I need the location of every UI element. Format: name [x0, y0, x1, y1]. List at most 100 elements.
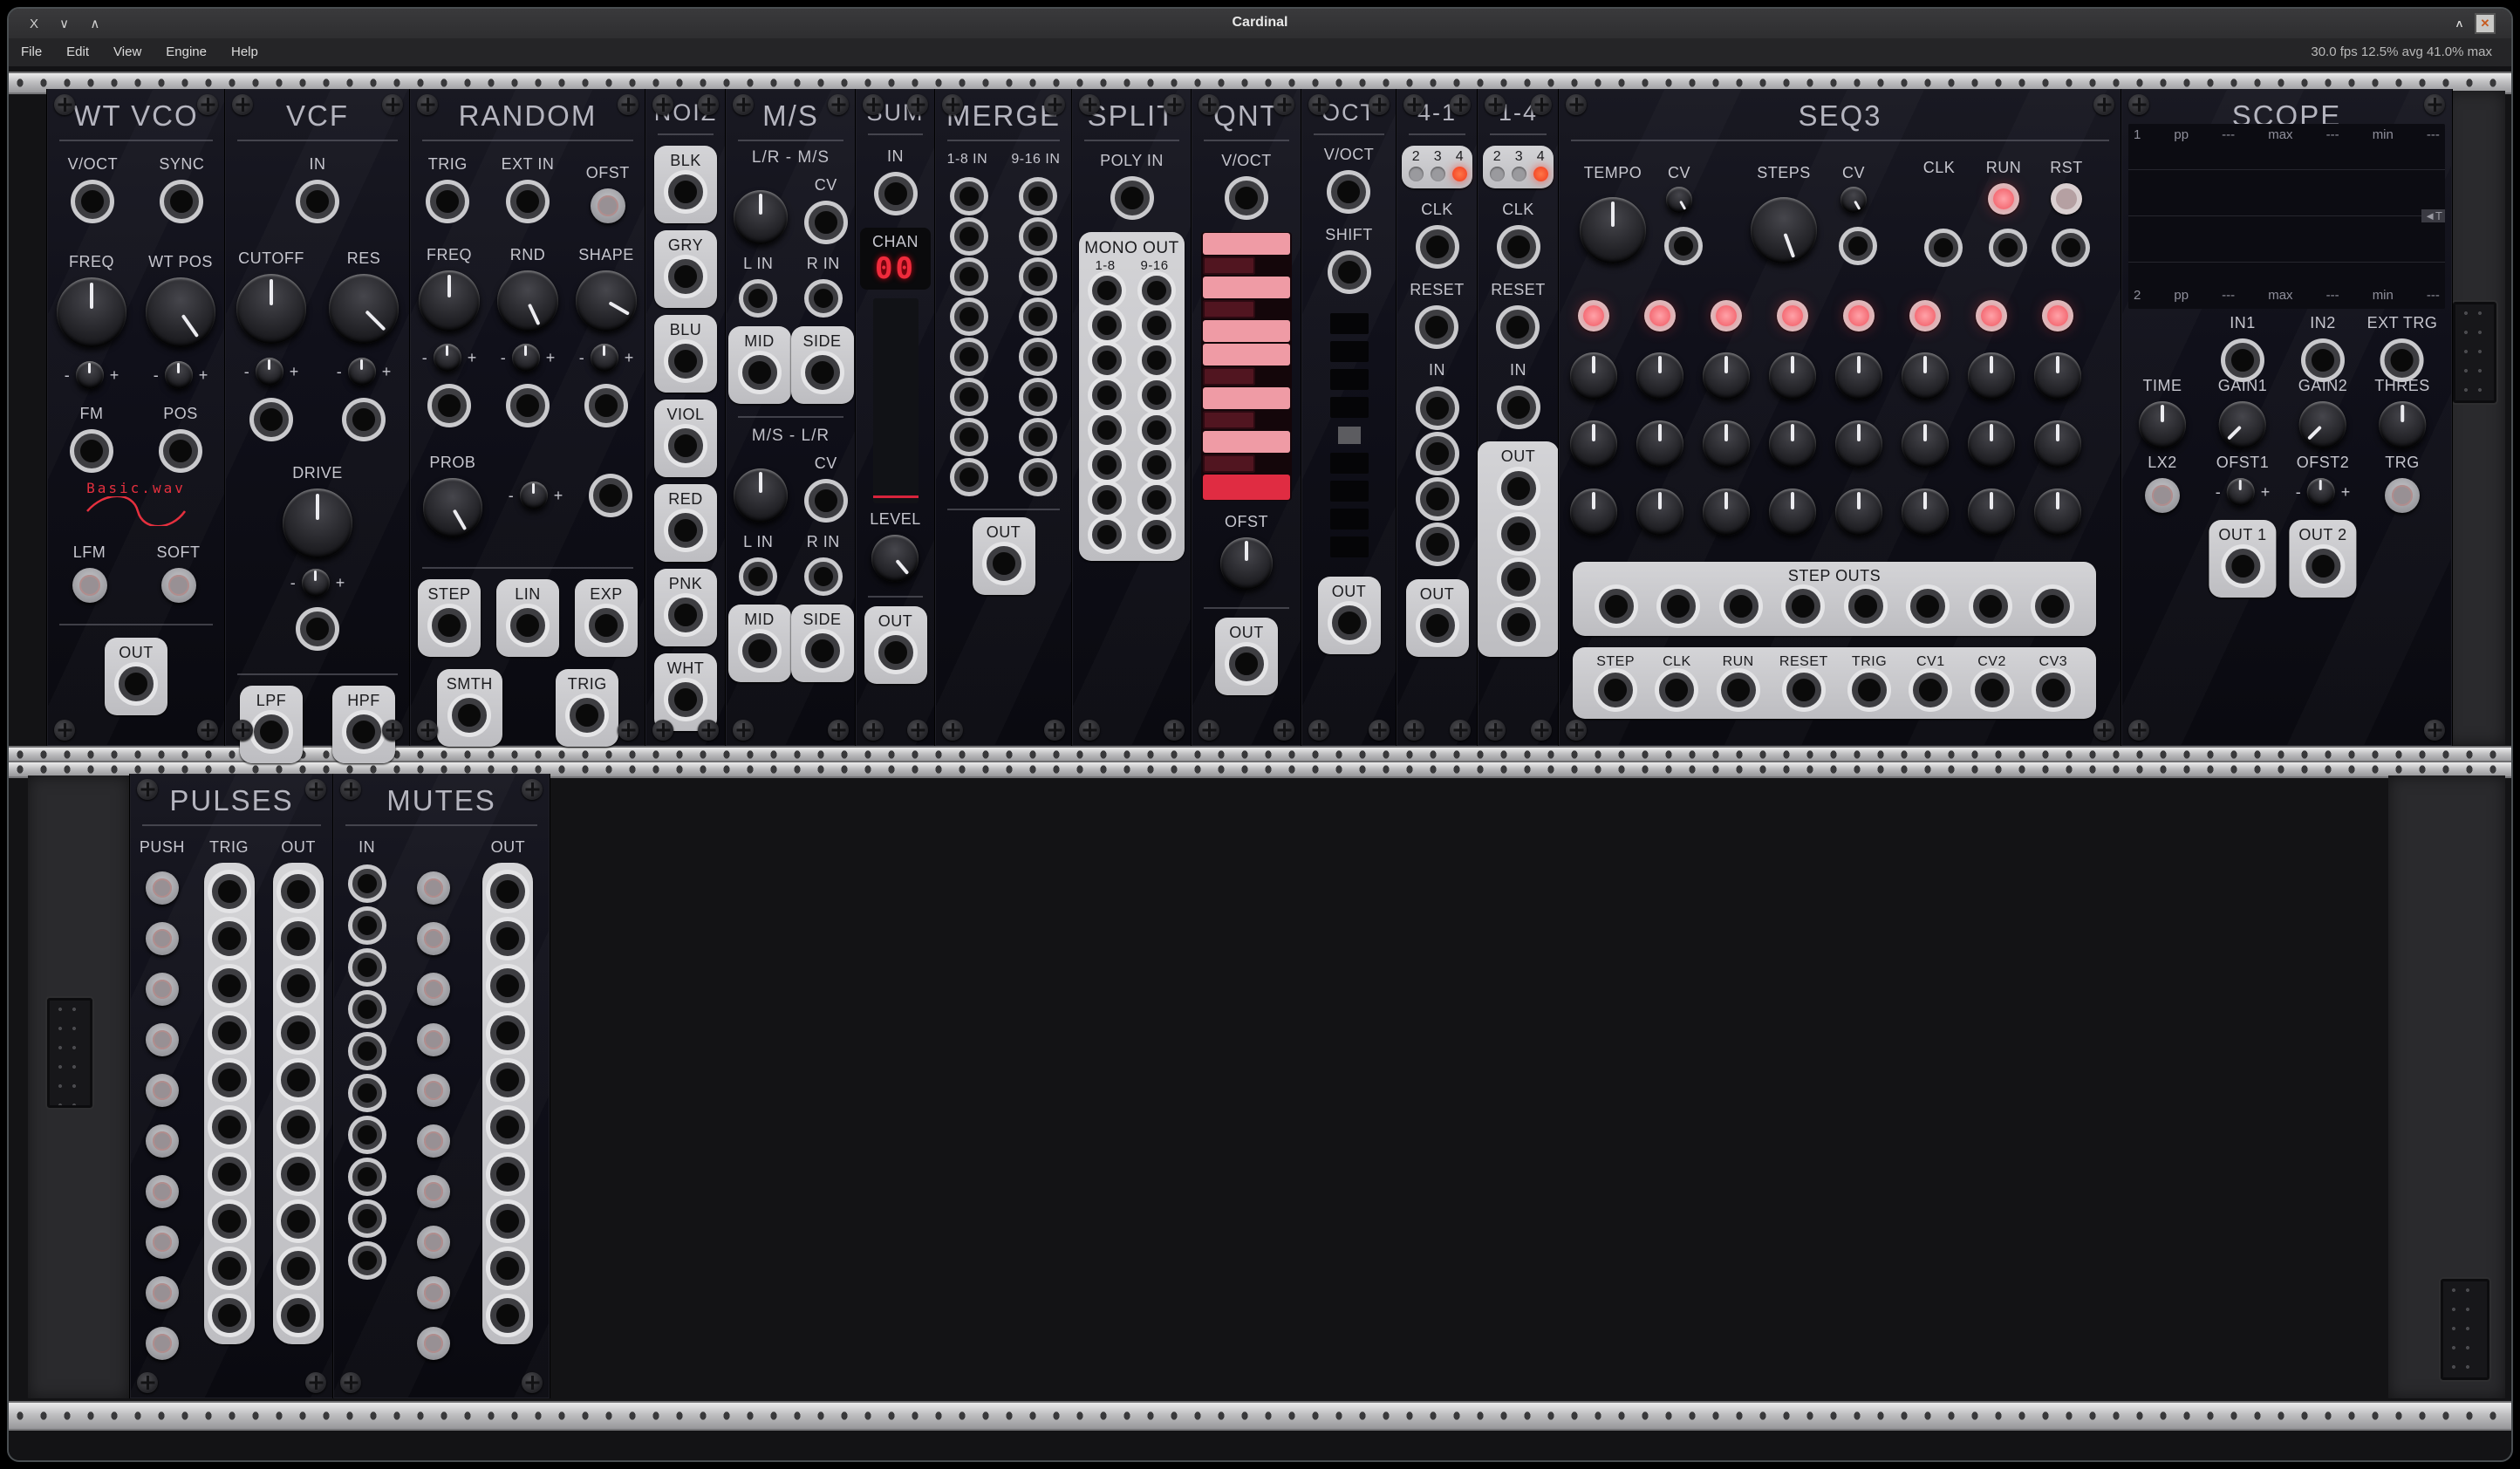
poly-jack[interactable]	[954, 462, 984, 492]
octave-cell-8[interactable]	[1330, 509, 1369, 530]
viol-jack[interactable]	[668, 428, 703, 463]
out-jack-7[interactable]	[490, 1157, 525, 1192]
out-jack-3[interactable]	[281, 968, 316, 1003]
seq-knob-r2-8[interactable]	[2034, 420, 2081, 468]
poly-in-jack[interactable]	[1115, 181, 1150, 215]
white-key[interactable]	[1203, 387, 1290, 409]
ext-trg-jack[interactable]	[2385, 343, 2420, 378]
in-jack-1[interactable]	[352, 869, 382, 898]
poly-jack[interactable]	[954, 422, 984, 452]
menu-item-engine[interactable]: Engine	[154, 38, 219, 65]
drive-knob[interactable]	[283, 489, 352, 558]
lfm-button[interactable]	[72, 568, 107, 603]
menu-item-view[interactable]: View	[101, 38, 154, 65]
chan-4-led[interactable]	[1533, 167, 1548, 181]
v-oct-jack[interactable]	[75, 184, 110, 219]
out-jack-2[interactable]	[1501, 516, 1536, 551]
split-out-jack[interactable]	[1092, 276, 1122, 305]
ext-in-jack[interactable]	[510, 184, 545, 219]
in-jack-5[interactable]	[352, 1036, 382, 1066]
lpf-jack[interactable]	[254, 714, 289, 749]
out-jack-4[interactable]	[490, 1015, 525, 1050]
seq-knob-r1-5[interactable]	[1835, 352, 1882, 400]
split-out-jack[interactable]	[1142, 276, 1171, 305]
step-led-4[interactable]	[1777, 300, 1808, 331]
out-jack-7[interactable]	[281, 1157, 316, 1192]
black-key[interactable]	[1203, 454, 1255, 473]
mute-button-1[interactable]	[146, 871, 179, 905]
smth-jack[interactable]	[452, 698, 487, 733]
out-jack-2[interactable]	[281, 921, 316, 956]
black-key[interactable]	[1203, 256, 1255, 275]
split-out-jack[interactable]	[1092, 485, 1122, 515]
clk-out-jack[interactable]	[1659, 673, 1694, 707]
split-out-jack[interactable]	[1092, 520, 1122, 550]
white-key[interactable]	[1203, 233, 1290, 255]
mute-button-10[interactable]	[146, 1327, 179, 1360]
cutoff-knob[interactable]	[236, 274, 306, 344]
trim-knob[interactable]	[348, 358, 376, 386]
ofst-knob[interactable]	[1220, 537, 1273, 590]
cv-jack[interactable]	[510, 388, 545, 423]
rnd-knob[interactable]	[497, 270, 558, 331]
octave-cell-5[interactable]	[1338, 427, 1361, 444]
in2-jack[interactable]	[2305, 343, 2340, 378]
trig-jack-9[interactable]	[212, 1251, 247, 1286]
menu-item-file[interactable]: File	[9, 38, 54, 65]
mid-jack[interactable]	[742, 633, 777, 668]
ofst-button[interactable]	[591, 188, 625, 223]
steps-knob[interactable]	[1751, 197, 1817, 263]
collapse-icon[interactable]: ∧	[2455, 17, 2462, 30]
step-out-jack-6[interactable]	[1910, 589, 1945, 624]
trig-jack-4[interactable]	[212, 1015, 247, 1050]
octave-cell-7[interactable]	[1330, 481, 1369, 502]
tempo-knob[interactable]	[1580, 197, 1646, 263]
time-knob[interactable]	[2139, 401, 2186, 448]
l-in-jack[interactable]	[743, 284, 773, 313]
menu-item-edit[interactable]: Edit	[54, 38, 101, 65]
seq-knob-r1-2[interactable]	[1636, 352, 1683, 400]
in1-jack[interactable]	[2225, 343, 2260, 378]
fm-jack[interactable]	[74, 434, 109, 468]
out-jack-9[interactable]	[281, 1251, 316, 1286]
tempo-cv-trim[interactable]	[1666, 187, 1692, 213]
in-jack-3[interactable]	[1420, 482, 1455, 516]
trim-knob[interactable]	[76, 361, 104, 389]
step-led-7[interactable]	[1976, 300, 2007, 331]
mute-button-9[interactable]	[146, 1276, 179, 1309]
mute-button-7[interactable]	[417, 1175, 450, 1208]
cv-jack[interactable]	[809, 205, 843, 240]
v-oct-jack[interactable]	[1331, 174, 1366, 209]
pos-jack[interactable]	[163, 434, 198, 468]
out-jack-9[interactable]	[490, 1251, 525, 1286]
split-out-jack[interactable]	[1142, 380, 1171, 410]
ofst2-trim[interactable]	[2307, 478, 2335, 506]
cv-jack[interactable]	[593, 478, 628, 513]
out-2-jack[interactable]	[2305, 549, 2340, 584]
out-jack[interactable]	[1420, 608, 1455, 643]
red-jack[interactable]	[668, 513, 703, 548]
trim-knob[interactable]	[302, 569, 330, 597]
rst-jack[interactable]	[2056, 233, 2086, 263]
seq-knob-r1-1[interactable]	[1570, 352, 1617, 400]
mute-button-5[interactable]	[417, 1074, 450, 1107]
poly-jack[interactable]	[1023, 262, 1053, 291]
out-jack-1[interactable]	[281, 874, 316, 909]
in-jack-3[interactable]	[352, 953, 382, 982]
seq-knob-r2-5[interactable]	[1835, 420, 1882, 468]
step-out-jack-8[interactable]	[2035, 589, 2070, 624]
white-key[interactable]	[1203, 431, 1290, 453]
gry-jack[interactable]	[668, 259, 703, 294]
cv3-out-jack[interactable]	[2036, 673, 2071, 707]
pnk-jack[interactable]	[668, 598, 703, 632]
trim-knob[interactable]	[434, 344, 461, 372]
small-knob[interactable]	[734, 190, 788, 244]
trig-jack-2[interactable]	[212, 921, 247, 956]
step-out-jack-5[interactable]	[1848, 589, 1883, 624]
octave-cell-6[interactable]	[1330, 453, 1369, 474]
level-knob[interactable]	[871, 535, 919, 582]
split-out-jack[interactable]	[1142, 450, 1171, 480]
clk-jack[interactable]	[1501, 229, 1536, 264]
out-jack-4[interactable]	[1501, 607, 1536, 642]
step-led-3[interactable]	[1711, 300, 1742, 331]
